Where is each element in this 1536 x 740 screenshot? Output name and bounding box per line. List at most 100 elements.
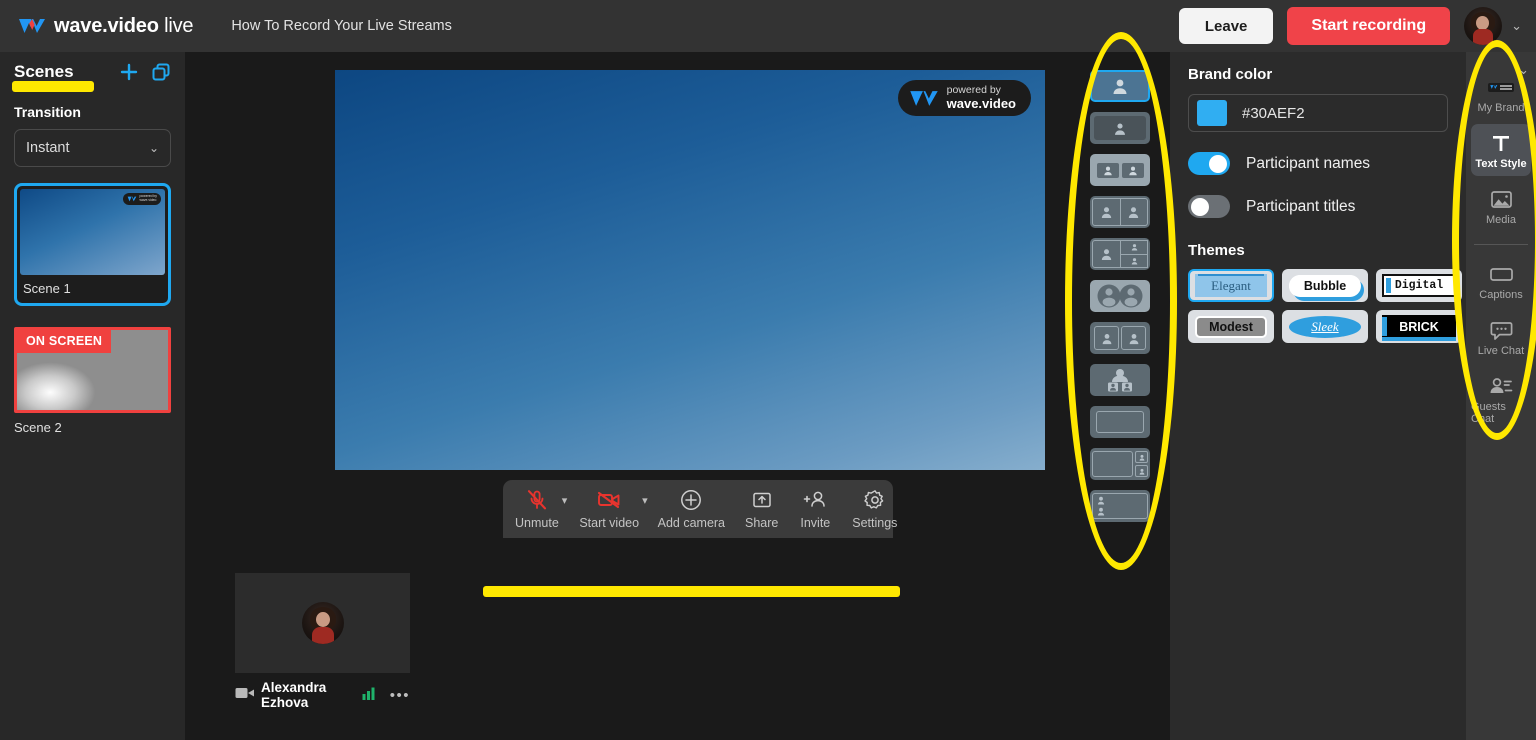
watermark-brand: wave.video — [946, 95, 1016, 111]
share-label: Share — [745, 516, 779, 530]
theme-preview-sleek: Sleek — [1289, 315, 1361, 338]
layout-option-two-circles[interactable] — [1090, 280, 1150, 312]
participant-names-toggle-row[interactable]: Participant names — [1188, 152, 1466, 175]
theme-option-modest[interactable]: Modest — [1188, 310, 1274, 343]
brand-color-swatch[interactable] — [1197, 100, 1227, 126]
settings-button[interactable]: Settings — [852, 487, 897, 530]
layout-option-two-small[interactable] — [1090, 154, 1150, 186]
layout-option-two-cards[interactable] — [1090, 322, 1150, 354]
participant-titles-toggle[interactable] — [1188, 195, 1230, 218]
unmute-button[interactable]: Unmute — [515, 487, 559, 530]
theme-preview-brick: BRICK — [1382, 315, 1456, 341]
layout-option-host-plus-two[interactable] — [1090, 364, 1150, 396]
image-icon — [1490, 187, 1513, 211]
tab-label: Media — [1486, 214, 1516, 226]
toggle-knob — [1191, 197, 1209, 216]
account-chevron-down-icon[interactable]: ⌄ — [1511, 18, 1522, 34]
layout-option-one-plus-two[interactable] — [1090, 238, 1150, 270]
brand-color-hex: #30AEF2 — [1242, 104, 1305, 122]
tab-live-chat[interactable]: Live Chat — [1471, 311, 1531, 363]
scene-item-2[interactable]: ON SCREEN Scene 2 — [14, 327, 171, 435]
theme-preview-digital: Digital — [1382, 274, 1456, 297]
start-video-button[interactable]: Start video — [579, 487, 639, 530]
participant-titles-toggle-row[interactable]: Participant titles — [1188, 195, 1466, 218]
theme-preview-bubble: Bubble — [1289, 274, 1364, 301]
top-bar-actions: Leave Start recording ⌄ — [1178, 7, 1522, 45]
theme-option-elegant[interactable]: Elegant — [1188, 269, 1274, 302]
theme-label: Bubble — [1303, 278, 1347, 293]
watermark-text: powered by wave.video — [946, 84, 1016, 111]
watermark-powered-by: powered by — [946, 84, 1001, 97]
layout-picker — [1070, 52, 1170, 740]
guests-icon — [1488, 374, 1514, 398]
add-person-icon — [802, 487, 828, 513]
theme-preview-elegant: Elegant — [1195, 274, 1267, 297]
theme-label: Modest — [1209, 319, 1253, 334]
theme-label: BRICK — [1399, 319, 1439, 334]
tab-text-style[interactable]: Text Style — [1471, 124, 1531, 176]
scene-watermark-badge: powered by wave.video — [123, 193, 161, 205]
rail-divider — [1474, 244, 1528, 245]
layout-option-screen-stacked[interactable] — [1090, 490, 1150, 522]
layout-option-solo-framed[interactable] — [1090, 112, 1150, 144]
layout-option-screen-only[interactable] — [1090, 406, 1150, 438]
text-T-icon — [1490, 131, 1512, 155]
start-recording-button[interactable]: Start recording — [1287, 7, 1451, 45]
scenes-panel: Scenes Transition Instant ⌄ powered by w… — [0, 52, 185, 740]
camera-options-chevron-down-icon[interactable]: ▾ — [642, 494, 648, 507]
media-controls-bar: Unmute ▾ Start video ▾ Add camera Share … — [503, 480, 897, 538]
video-preview[interactable]: powered by wave.video — [335, 70, 1045, 470]
theme-option-sleek[interactable]: Sleek — [1282, 310, 1368, 343]
controls-yellow-highlight — [483, 586, 900, 597]
participant-name: Alexandra Ezhova — [261, 680, 327, 710]
theme-option-bubble[interactable]: Bubble — [1282, 269, 1368, 302]
participant-video — [235, 573, 410, 673]
account-avatar[interactable] — [1464, 7, 1503, 45]
participant-tile[interactable]: Alexandra Ezhova ••• — [235, 573, 410, 710]
scenes-yellow-highlight — [12, 81, 94, 92]
mic-off-icon — [525, 487, 549, 513]
scene-item-1[interactable]: powered by wave.video Scene 1 — [14, 183, 171, 306]
avatar-face — [1476, 16, 1490, 30]
theme-accent-bar-left — [1382, 317, 1387, 336]
leave-button[interactable]: Leave — [1178, 8, 1274, 44]
avatar-body — [311, 627, 334, 644]
right-tab-rail: ⌄ My Brand Text Style Media Captions Liv… — [1466, 52, 1536, 740]
share-button[interactable]: Share — [745, 487, 778, 530]
layout-solo-framed-icon — [1094, 116, 1146, 140]
theme-option-brick[interactable]: BRICK — [1376, 310, 1462, 343]
plus-circle-icon — [679, 487, 703, 513]
theme-label: Sleek — [1311, 318, 1339, 334]
tab-media[interactable]: Media — [1471, 180, 1531, 232]
app-logo[interactable]: wave.video live — [18, 15, 194, 38]
tab-guests-chat[interactable]: Guests Chat — [1471, 367, 1531, 431]
participant-names-toggle[interactable] — [1188, 152, 1230, 175]
invite-button[interactable]: Invite — [800, 487, 830, 530]
layout-option-two-split[interactable] — [1090, 196, 1150, 228]
toggle-knob — [1209, 154, 1227, 173]
plus-icon[interactable] — [119, 62, 139, 82]
transition-label: Transition — [14, 104, 81, 120]
add-camera-button[interactable]: Add camera — [658, 487, 725, 530]
theme-option-digital[interactable]: Digital — [1376, 269, 1462, 302]
brand-color-field[interactable]: #30AEF2 — [1188, 94, 1448, 132]
layout-two-small-icon — [1096, 162, 1144, 178]
camera-off-icon — [596, 487, 622, 513]
layout-option-solo-full[interactable] — [1090, 70, 1150, 102]
mic-options-chevron-down-icon[interactable]: ▾ — [562, 494, 568, 507]
theme-preview-modest: Modest — [1195, 315, 1267, 338]
layout-option-screen-sidebar[interactable] — [1090, 448, 1150, 480]
stream-title: How To Record Your Live Streams — [231, 18, 452, 34]
tab-label: Text Style — [1475, 158, 1527, 170]
audio-bars-icon — [362, 686, 378, 705]
tab-captions[interactable]: Captions — [1471, 255, 1531, 307]
tab-label: Live Chat — [1477, 345, 1525, 357]
wave-video-live-app: wave.video live How To Record Your Live … — [0, 0, 1536, 740]
duplicate-icon[interactable] — [151, 62, 171, 82]
collapse-panel-chevron-icon[interactable]: ⌄ — [1518, 62, 1529, 78]
theme-label: Digital — [1394, 279, 1444, 292]
ellipsis-icon[interactable]: ••• — [390, 687, 410, 704]
transition-select[interactable]: Instant ⌄ — [14, 129, 171, 167]
camera-icon — [235, 686, 255, 705]
layout-one-plus-two-icon — [1092, 240, 1148, 268]
